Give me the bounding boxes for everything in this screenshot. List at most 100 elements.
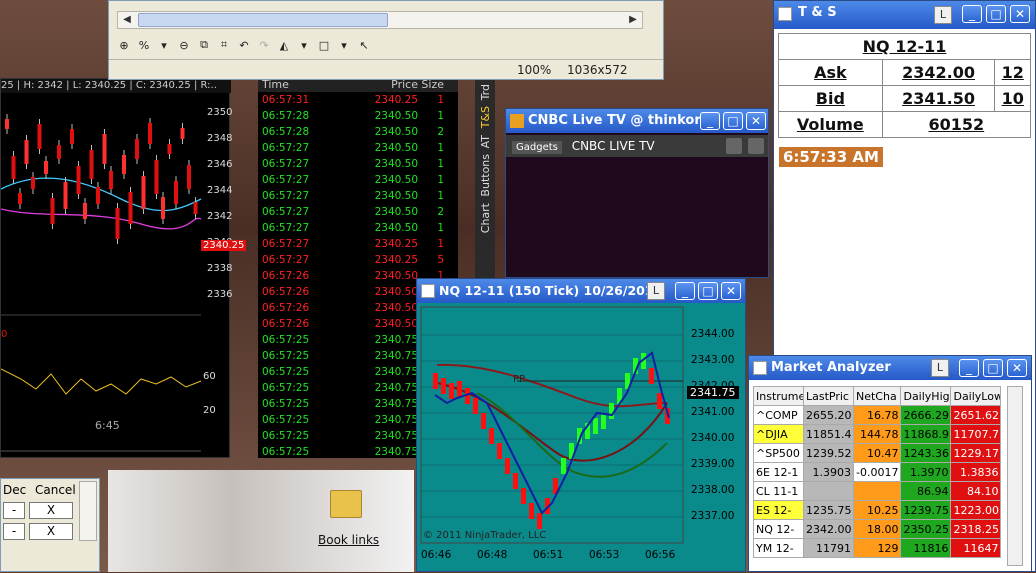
ma-row[interactable]: ES 12- 1235.75 10.25 1239.75 1223.00: [753, 500, 1002, 520]
tab-buttons[interactable]: Buttons: [479, 154, 492, 197]
minus-button-1[interactable]: -: [3, 502, 25, 519]
scroll-thumb[interactable]: [138, 13, 388, 27]
ts-time: 06:57:25: [262, 398, 310, 410]
ma-header[interactable]: NetCha: [852, 386, 902, 406]
ma-row[interactable]: 6E 12-1 1.3903 -0.0017 1.3970 1.3836: [753, 462, 1002, 482]
tab-at[interactable]: AT: [479, 135, 492, 148]
ma-header[interactable]: Instrume: [753, 386, 804, 406]
ts-symbol: NQ 12-11: [778, 33, 1031, 60]
ma-row[interactable]: ^SP500 1239.52 10.47 1243.36 1229.17: [753, 443, 1002, 463]
close-icon[interactable]: ✕: [746, 112, 766, 130]
candle: [83, 203, 87, 219]
ma-vertical-scrollbar[interactable]: [1007, 386, 1023, 566]
video-background: [108, 470, 414, 572]
nq-time-tick: 06:48: [477, 549, 508, 561]
flip-icon[interactable]: ◭: [277, 39, 291, 52]
left-price-chart[interactable]: 25 | H: 2342 | L: 2340.25 | C: 2340.25 |…: [0, 78, 247, 458]
ts-price: 2340.25: [374, 94, 418, 106]
tab-t-and-s[interactable]: T&S: [479, 106, 492, 128]
minimize-icon[interactable]: _: [959, 359, 979, 377]
zoom-out-icon[interactable]: ⊖: [177, 39, 191, 52]
ts-row: 06:57:27 2340.50 1: [258, 156, 458, 172]
volume-label: Volume: [778, 111, 883, 138]
ma-row[interactable]: NQ 12- 2342.00 18.00 2350.25 2318.25: [753, 519, 1002, 539]
candle: [70, 129, 74, 144]
zoom-percent-icon[interactable]: %: [137, 39, 151, 52]
nq-candle: [489, 428, 494, 444]
ma-cell: 11647: [950, 538, 1002, 558]
crop-icon[interactable]: ⌗: [217, 38, 231, 52]
maximize-icon[interactable]: □: [698, 282, 718, 300]
ma-row[interactable]: ^DJIA 11851.4 144.78 11868.9 11707.7: [753, 424, 1002, 444]
ts-time: 06:57:25: [262, 366, 310, 378]
link-button[interactable]: L: [931, 359, 949, 377]
scroll-left-icon[interactable]: ◀: [118, 12, 136, 28]
ma-row[interactable]: CL 11-1 86.94 84.10: [753, 481, 1002, 501]
order-panel[interactable]: Dec Cancel - X - X: [0, 478, 100, 572]
pivot-label: PP: [513, 374, 526, 385]
pointer-icon[interactable]: ↖: [357, 39, 371, 52]
ts-time: 06:57:25: [262, 414, 310, 426]
link-button[interactable]: L: [647, 282, 665, 300]
candle: [102, 134, 107, 164]
ts-row: 06:57:27 2340.50 1: [258, 140, 458, 156]
ts-price: 2340.50: [374, 110, 418, 122]
zoom-in-icon[interactable]: ⊕: [117, 39, 131, 52]
ma-cell: 10.47: [852, 443, 902, 463]
minimize-icon[interactable]: _: [962, 5, 982, 23]
nq-candle: [433, 373, 438, 389]
maximize-icon[interactable]: □: [983, 359, 1003, 377]
nq-candle: [481, 413, 486, 429]
close-icon[interactable]: ✕: [721, 282, 741, 300]
pin-icon[interactable]: [726, 138, 742, 154]
book-links-shortcut[interactable]: Book links: [318, 533, 379, 547]
dropdown-icon[interactable]: ▾: [337, 39, 351, 52]
nq-candle: [473, 398, 478, 414]
tab-trd[interactable]: Trd: [479, 84, 492, 100]
tab-chart[interactable]: Chart: [479, 203, 492, 233]
scroll-right-icon[interactable]: ▶: [624, 12, 642, 28]
order-panel-scrollbar[interactable]: [79, 481, 97, 541]
ts-header-price: Price: [391, 78, 418, 91]
close-icon[interactable]: ✕: [1007, 359, 1027, 377]
undo-icon[interactable]: ↶: [237, 39, 251, 52]
ma-row[interactable]: ^COMP 2655.20 16.78 2666.29 2651.62: [753, 405, 1002, 425]
copy-icon[interactable]: ⧉: [197, 38, 211, 52]
dropdown-icon[interactable]: ▾: [297, 39, 311, 52]
gadgets-tab[interactable]: Gadgets: [512, 141, 562, 154]
ma-header[interactable]: DailyLow: [950, 386, 1002, 406]
ma-header[interactable]: LastPric: [803, 386, 854, 406]
maximize-icon[interactable]: □: [986, 5, 1006, 23]
nq-chart-window[interactable]: NQ 12-11 (150 Tick) 10/26/2011 L _ □ ✕ 2…: [416, 278, 746, 572]
close-icon[interactable]: ✕: [1010, 5, 1030, 23]
minimize-icon[interactable]: _: [675, 282, 695, 300]
cnbc-live-tv-window[interactable]: CNBC Live TV @ thinkor... _ □ ✕ Gadgets …: [505, 108, 769, 278]
settings-icon[interactable]: [748, 138, 764, 154]
cancel-x-button-1[interactable]: X: [29, 502, 73, 519]
ts-time: 06:57:27: [262, 206, 310, 218]
ts-price: 2340.50: [374, 126, 418, 138]
market-analyzer-window[interactable]: Market Analyzer L _ □ ✕ Instrume LastPric…: [748, 355, 1032, 572]
ts-time: 06:57:25: [262, 350, 310, 362]
horizontal-scrollbar[interactable]: ◀ ▶: [117, 11, 643, 29]
frame-icon[interactable]: □: [317, 39, 331, 52]
link-button[interactable]: L: [934, 6, 952, 24]
ts-price: 2340.50: [374, 270, 418, 282]
candle: [109, 171, 113, 189]
ts-titlebar[interactable]: T & S L _ □ ✕: [774, 1, 1035, 29]
ma-header[interactable]: DailyHig: [900, 386, 952, 406]
minimize-icon[interactable]: _: [700, 112, 720, 130]
cnbc-app-icon: [510, 114, 524, 128]
image-viewer-window[interactable]: ◀ ▶ ⊕ % ▾ ⊖ ⧉ ⌗ ↶ ↷ ◭ ▾ □ ▾ ↖ 100% 1036x…: [108, 0, 664, 80]
ma-row[interactable]: YM 12- 11791 129 11816 11647: [753, 538, 1002, 558]
ma-cell: ^SP500: [753, 443, 804, 463]
minus-button-2[interactable]: -: [3, 523, 25, 540]
folder-icon[interactable]: [330, 490, 362, 518]
redo-icon[interactable]: ↷: [257, 39, 271, 52]
nq-titlebar[interactable]: NQ 12-11 (150 Tick) 10/26/2011: [417, 279, 745, 303]
candle: [128, 192, 133, 224]
maximize-icon[interactable]: □: [723, 112, 743, 130]
ts-price: 2340.50: [374, 302, 418, 314]
dropdown-icon[interactable]: ▾: [157, 39, 171, 52]
cancel-x-button-2[interactable]: X: [29, 523, 73, 540]
